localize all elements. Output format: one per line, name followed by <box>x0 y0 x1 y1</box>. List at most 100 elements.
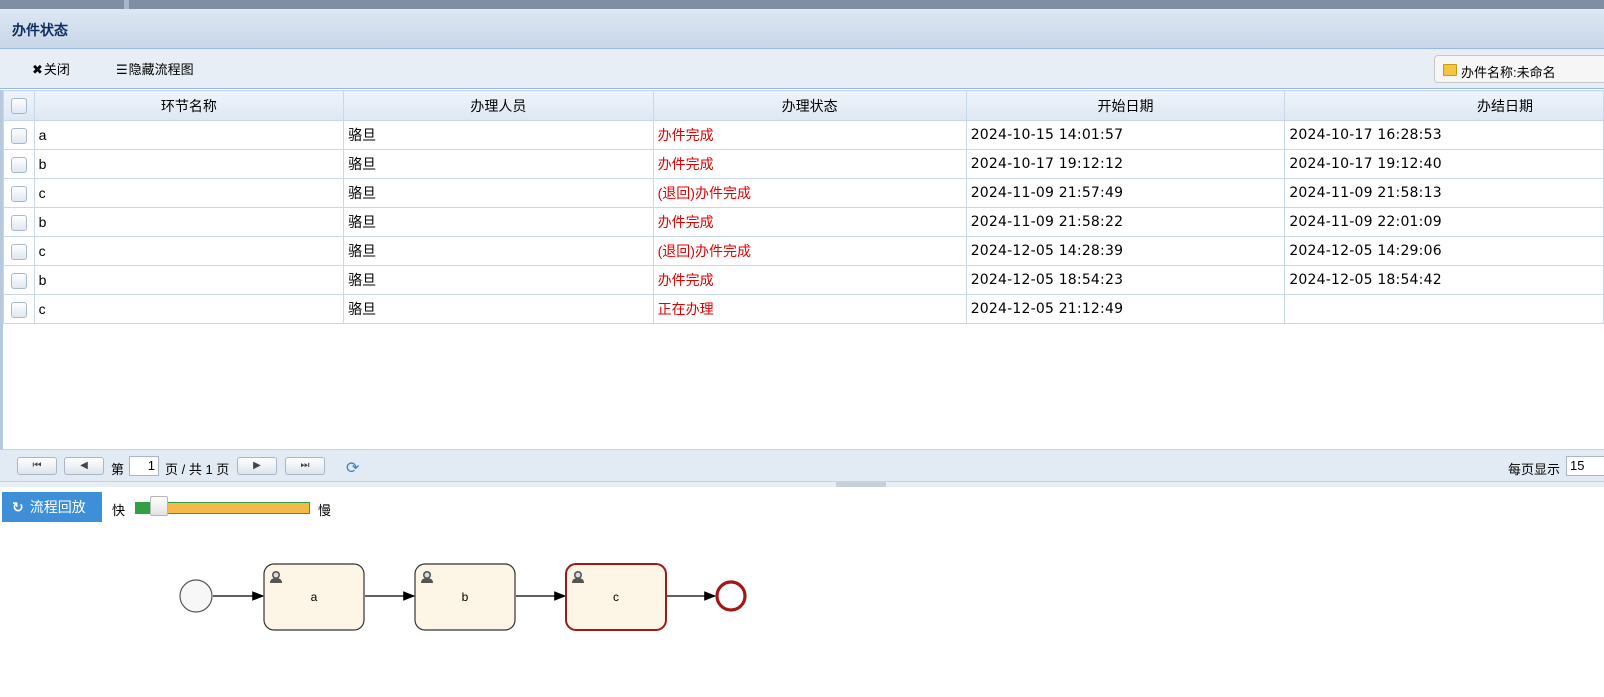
cell-status: (退回)办件完成 <box>652 236 967 266</box>
replay-button[interactable]: ↻ 流程回放 <box>2 492 102 522</box>
cell-start-date: 2024-10-15 14:01:57 <box>965 120 1286 150</box>
column-header-handler[interactable]: 办理人员 <box>343 90 654 121</box>
close-button[interactable]: ✖关闭 <box>32 59 70 78</box>
splitter[interactable] <box>0 482 1604 487</box>
next-page-icon: ▶ <box>253 460 261 471</box>
column-header-step[interactable]: 环节名称 <box>33 90 345 121</box>
cell-status: 办件完成 <box>652 265 967 295</box>
cell-handler: 骆旦 <box>343 207 654 237</box>
panel-header: 办件状态 <box>0 9 1604 49</box>
replay-label: 流程回放 <box>29 499 86 515</box>
row-checkbox-cell[interactable] <box>3 178 35 208</box>
table-row[interactable]: c 骆旦 正在办理 2024-12-05 21:12:49 <box>3 294 1604 324</box>
status-datagrid: 环节名称 办理人员 办理状态 开始日期 办结日期 a 骆旦 办件完成 2024-10-… <box>0 90 1604 453</box>
replay-icon: ↻ <box>12 499 24 515</box>
task-node-c-active[interactable]: c <box>565 563 667 631</box>
cell-end-date <box>1284 294 1604 324</box>
cell-end-date: 2024-10-17 19:12:40 <box>1284 149 1604 179</box>
cell-handler: 骆旦 <box>343 265 654 295</box>
column-header-end-date[interactable]: 办结日期 <box>1284 90 1604 121</box>
table-row[interactable]: b 骆旦 办件完成 2024-12-05 18:54:23 2024-12-05 18:… <box>3 265 1604 295</box>
page-number-input[interactable]: 1 <box>129 456 159 476</box>
first-page-icon: ⏮ <box>32 460 42 471</box>
row-checkbox-cell[interactable] <box>3 265 35 295</box>
row-checkbox-cell[interactable] <box>3 149 35 179</box>
last-page-button[interactable]: ⏭ <box>285 457 325 475</box>
speed-slow-label: 慢 <box>318 503 332 518</box>
cell-end-date: 2024-12-05 18:54:42 <box>1284 265 1604 295</box>
table-header-row: 环节名称 办理人员 办理状态 开始日期 办结日期 <box>3 90 1604 121</box>
row-checkbox-cell[interactable] <box>3 294 35 324</box>
splitter-grip[interactable] <box>836 482 886 487</box>
pagination-bar: ⏮ ◀ 第 1 页 / 共 1 页 ▶ ⏭ ⟳ 每页显示 15 <box>0 449 1604 482</box>
cell-start-date: 2024-11-09 21:58:22 <box>965 207 1286 237</box>
list-icon: ☰ <box>116 62 128 77</box>
last-page-icon: ⏭ <box>300 460 310 471</box>
row-checkbox-cell[interactable] <box>3 120 35 150</box>
row-checkbox[interactable] <box>10 214 27 231</box>
cell-handler: 骆旦 <box>343 294 654 324</box>
window-top-strip <box>0 0 1604 9</box>
page-prefix: 第 <box>111 462 125 477</box>
cell-step: c <box>33 178 345 208</box>
select-all-cell[interactable] <box>3 90 35 121</box>
cell-start-date: 2024-12-05 21:12:49 <box>965 294 1286 324</box>
select-all-checkbox[interactable] <box>10 98 27 115</box>
row-checkbox[interactable] <box>10 127 27 144</box>
cell-start-date: 2024-12-05 18:54:23 <box>965 265 1286 295</box>
column-header-start-date[interactable]: 开始日期 <box>965 90 1286 121</box>
row-checkbox[interactable] <box>10 301 27 318</box>
page-suffix: 页 / 共 1 页 <box>165 462 230 477</box>
cell-start-date: 2024-12-05 14:28:39 <box>965 236 1286 266</box>
table-row[interactable]: c 骆旦 (退回)办件完成 2024-11-09 21:57:49 2024-11-09… <box>3 178 1604 208</box>
table-row[interactable]: b 骆旦 办件完成 2024-10-17 19:12:12 2024-10-17 19:… <box>3 149 1604 179</box>
cell-step: b <box>33 149 345 179</box>
table-row[interactable]: c 骆旦 (退回)办件完成 2024-12-05 14:28:39 2024-12-05… <box>3 236 1604 266</box>
prev-page-button[interactable]: ◀ <box>64 457 104 475</box>
folder-icon <box>1443 64 1457 76</box>
table-row[interactable]: a 骆旦 办件完成 2024-10-15 14:01:57 2024-10-17 16:… <box>3 120 1604 150</box>
cell-handler: 骆旦 <box>343 120 654 150</box>
task-node-b[interactable]: b <box>414 563 516 631</box>
hide-flowchart-button[interactable]: ☰隐藏流程图 <box>116 59 194 78</box>
top-strip-notch <box>124 0 129 9</box>
speed-slider-handle[interactable] <box>150 496 168 516</box>
end-event[interactable] <box>715 580 747 612</box>
row-checkbox[interactable] <box>10 243 27 260</box>
cell-handler: 骆旦 <box>343 236 654 266</box>
next-page-button[interactable]: ▶ <box>237 457 277 475</box>
cell-start-date: 2024-11-09 21:57:49 <box>965 178 1286 208</box>
cell-status: 办件完成 <box>652 207 967 237</box>
cell-end-date: 2024-11-09 21:58:13 <box>1284 178 1604 208</box>
task-b-label: b <box>462 590 469 604</box>
cell-step: b <box>33 265 345 295</box>
column-header-status[interactable]: 办理状态 <box>652 90 967 121</box>
file-name-label: 办件名称:未命名 <box>1461 65 1556 80</box>
cell-status: (退回)办件完成 <box>652 178 967 208</box>
cell-status: 办件完成 <box>652 120 967 150</box>
prev-page-icon: ◀ <box>80 460 88 471</box>
row-checkbox[interactable] <box>10 272 27 289</box>
per-page-select[interactable]: 15 <box>1566 456 1604 476</box>
cell-start-date: 2024-10-17 19:12:12 <box>965 149 1286 179</box>
cell-step: b <box>33 207 345 237</box>
task-node-a[interactable]: a <box>263 563 365 631</box>
file-name-box: 办件名称:未命名 <box>1434 55 1604 83</box>
start-event[interactable] <box>179 579 213 613</box>
cell-status: 正在办理 <box>652 294 967 324</box>
row-checkbox-cell[interactable] <box>3 236 35 266</box>
speed-slider-fill <box>136 503 150 513</box>
row-checkbox[interactable] <box>10 156 27 173</box>
task-c-label: c <box>613 590 619 604</box>
cell-step: c <box>33 294 345 324</box>
process-diagram: a b c <box>179 563 747 631</box>
refresh-icon[interactable]: ⟳ <box>346 458 359 478</box>
cell-handler: 骆旦 <box>343 149 654 179</box>
row-checkbox[interactable] <box>10 185 27 202</box>
task-a-label: a <box>311 590 318 604</box>
row-checkbox-cell[interactable] <box>3 207 35 237</box>
toolbar: ✖关闭 ☰隐藏流程图 办件名称:未命名 <box>0 49 1604 89</box>
first-page-button[interactable]: ⏮ <box>17 457 57 475</box>
table-row[interactable]: b 骆旦 办件完成 2024-11-09 21:58:22 2024-11-09 22:… <box>3 207 1604 237</box>
status-table: 环节名称 办理人员 办理状态 开始日期 办结日期 a 骆旦 办件完成 2024-10-… <box>3 90 1604 324</box>
